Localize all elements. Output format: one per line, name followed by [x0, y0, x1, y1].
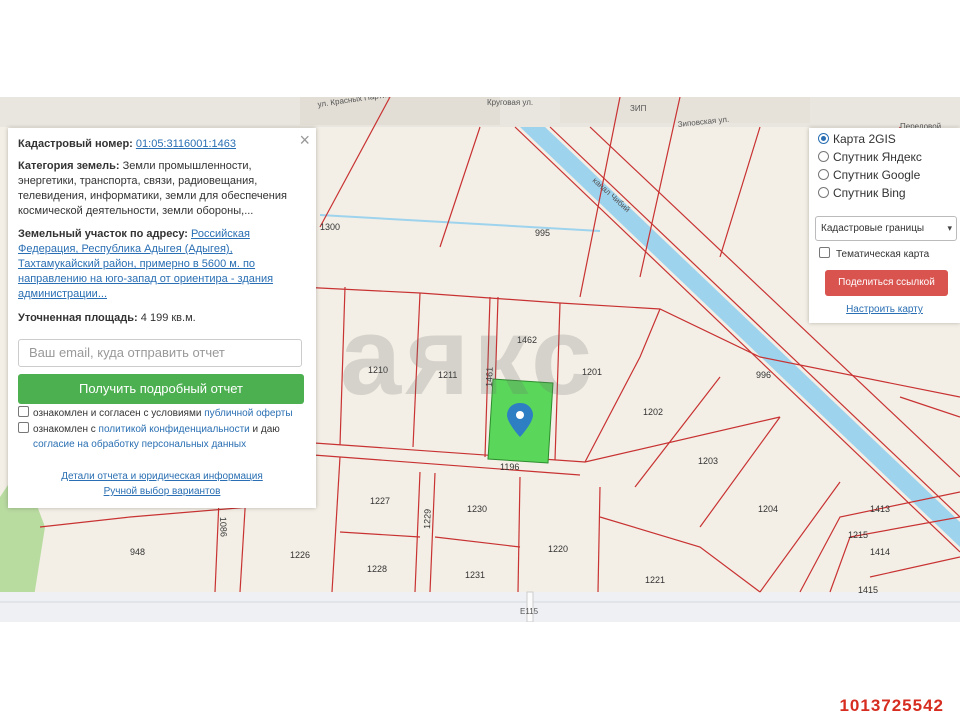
- road-label: E115: [520, 607, 539, 616]
- chevron-down-icon: ▾: [947, 223, 952, 233]
- plot-label: 1227: [370, 496, 390, 506]
- plot-label: 1229: [422, 509, 433, 529]
- plot-label: 1202: [643, 407, 663, 417]
- radio-button[interactable]: [818, 133, 829, 144]
- configure-map-link[interactable]: Настроить карту: [809, 304, 960, 315]
- boundaries-select[interactable]: Кадастровые границы ▾: [815, 216, 957, 241]
- report-details-link[interactable]: Детали отчета и юридическая информация: [8, 471, 316, 482]
- checkbox[interactable]: [18, 406, 29, 417]
- manual-selection-link[interactable]: Ручной выбор вариантов: [8, 486, 316, 497]
- map-layers-panel: Карта 2GIS Спутник Яндекс Спутник Google…: [809, 128, 960, 323]
- plot-label: 1220: [548, 544, 568, 554]
- personal-data-link[interactable]: согласие на обработку персональных данны…: [33, 439, 246, 450]
- plot-info-panel: × Кадастровый номер: 01:05:3116001:1463 …: [8, 128, 316, 508]
- plot-label: 996: [756, 370, 771, 380]
- plot-label: 995: [535, 228, 550, 238]
- cadastral-number-row: Кадастровый номер: 01:05:3116001:1463: [18, 137, 298, 152]
- layer-radio-2gis[interactable]: Карта 2GIS: [818, 131, 896, 147]
- address-row: Земельный участок по адресу: Российская …: [18, 227, 298, 302]
- plot-label: 1228: [367, 564, 387, 574]
- plot-label: 1230: [467, 504, 487, 514]
- checkbox[interactable]: [18, 422, 29, 433]
- address-label: Земельный участок по адресу:: [18, 228, 188, 240]
- thematic-map-checkbox[interactable]: Тематическая карта: [819, 247, 929, 262]
- area-row: Уточненная площадь: 4 199 кв.м.: [18, 311, 298, 326]
- plot-label: 1204: [758, 504, 778, 514]
- watermark: аякс: [340, 295, 597, 418]
- radio-button[interactable]: [818, 151, 829, 162]
- layer-radio-bing[interactable]: Спутник Bing: [818, 185, 906, 201]
- share-link-button[interactable]: Поделиться ссылкой: [825, 270, 948, 296]
- radio-button[interactable]: [818, 169, 829, 180]
- road-band: [0, 592, 960, 622]
- close-icon[interactable]: ×: [299, 130, 310, 151]
- plot-label: 1415: [858, 585, 878, 595]
- plot-label: 1300: [320, 222, 340, 232]
- cadastral-label: Кадастровый номер:: [18, 138, 133, 150]
- plot-label: 1221: [645, 575, 665, 585]
- email-input[interactable]: Ваш email, куда отправить отчет: [18, 339, 302, 367]
- area-value: 4 199 кв.м.: [140, 312, 196, 324]
- cadastral-number-link[interactable]: 01:05:3116001:1463: [136, 138, 236, 150]
- layer-radio-google[interactable]: Спутник Google: [818, 167, 920, 183]
- land-category-row: Категория земель: Земли промышленности, …: [18, 159, 298, 219]
- offer-link[interactable]: публичной оферты: [204, 408, 292, 419]
- plot-label: 1226: [290, 550, 310, 560]
- area-label: Уточненная площадь:: [18, 312, 138, 324]
- privacy-consent-checkbox[interactable]: ознакомлен с политикой конфиденциальност…: [18, 422, 308, 452]
- checkbox[interactable]: [819, 247, 830, 258]
- category-label: Категория земель:: [18, 160, 120, 172]
- street-label: Круговая ул.: [487, 98, 533, 107]
- offer-consent-checkbox[interactable]: ознакомлен и согласен с условиями публич…: [18, 406, 308, 421]
- street-label: ЗИП: [630, 104, 647, 113]
- privacy-link[interactable]: политикой конфиденциальности: [99, 424, 250, 435]
- get-report-button[interactable]: Получить подробный отчет: [18, 374, 304, 404]
- plot-label: 1196: [500, 462, 519, 472]
- layer-radio-yandex[interactable]: Спутник Яндекс: [818, 149, 922, 165]
- plot-label: 1086: [218, 517, 229, 537]
- plot-label: 948: [130, 547, 145, 557]
- plot-label: 1231: [465, 570, 485, 580]
- listing-id: 1013725542: [839, 696, 944, 715]
- plot-label: 1203: [698, 456, 718, 466]
- plot-label: 1215: [848, 530, 868, 540]
- radio-button[interactable]: [818, 187, 829, 198]
- plot-label: 1414: [870, 547, 890, 557]
- plot-label: 1413: [870, 504, 890, 514]
